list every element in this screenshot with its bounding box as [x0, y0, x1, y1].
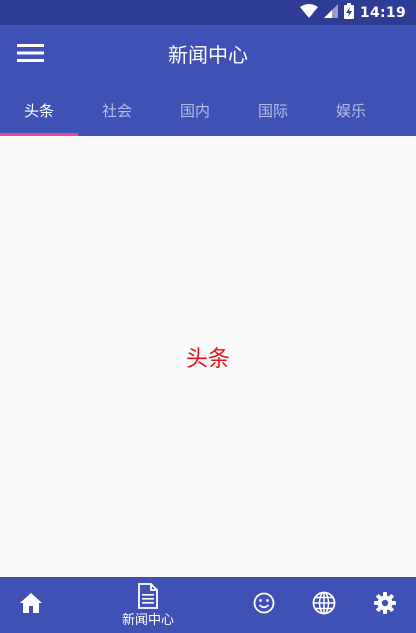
gear-icon [374, 592, 396, 618]
home-icon [19, 592, 43, 618]
content-text: 头条 [185, 346, 230, 372]
menu-button[interactable] [14, 41, 46, 69]
tab-bar: 头条 社会 国内 国际 娱乐 [0, 86, 416, 136]
bottom-nav: 新闻中心 [0, 577, 416, 633]
status-icons: 14:19 [299, 0, 406, 25]
news-document-icon [137, 582, 159, 613]
app-screen: 14:19 新闻中心 头条 社会 国内 国际 娱乐 头条 新闻中心 [0, 0, 416, 633]
tab-society[interactable]: 社会 [78, 86, 156, 136]
nav-news-label: 新闻中心 [121, 612, 174, 628]
tab-international[interactable]: 国际 [234, 86, 312, 136]
status-time: 14:19 [359, 4, 406, 21]
content-area: 头条 [0, 136, 416, 577]
status-bar: 14:19 [0, 0, 416, 25]
wifi-icon [299, 3, 318, 22]
nav-news-button[interactable]: 新闻中心 [108, 577, 188, 633]
nav-globe-button[interactable] [310, 577, 338, 633]
smiley-icon [253, 592, 275, 618]
tab-headlines[interactable]: 头条 [0, 86, 78, 136]
tab-entertainment[interactable]: 娱乐 [312, 86, 390, 136]
battery-icon [343, 2, 354, 23]
menu-icon [16, 43, 44, 67]
page-title: 新闻中心 [168, 43, 248, 67]
nav-settings-button[interactable] [372, 577, 398, 633]
nav-smiley-button[interactable] [250, 577, 278, 633]
cell-signal-icon [323, 3, 338, 22]
nav-home-button[interactable] [12, 577, 50, 633]
globe-icon [312, 591, 336, 619]
app-bar: 新闻中心 [0, 25, 416, 86]
tab-domestic[interactable]: 国内 [156, 86, 234, 136]
